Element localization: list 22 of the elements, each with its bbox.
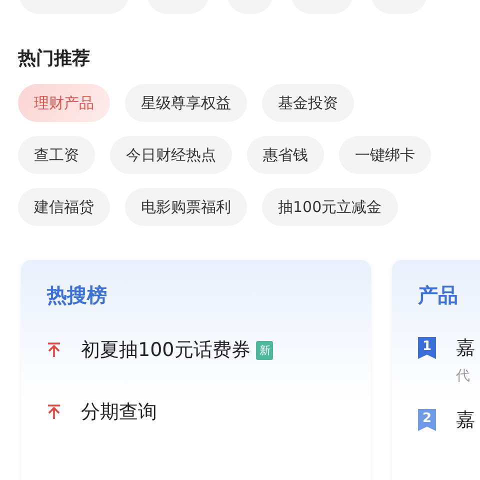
new-badge: 新 — [256, 340, 274, 360]
product-name[interactable]: 嘉 — [456, 407, 475, 433]
card-title: 热搜榜 — [47, 282, 108, 309]
tag-chip[interactable]: 基金投资 — [262, 84, 354, 122]
rank-badge: 2 — [418, 409, 436, 431]
tag-chip[interactable]: 建信福贷 — [18, 188, 110, 226]
card-title: 产品 — [418, 282, 459, 309]
tag-chip[interactable]: 电影购票福利 — [125, 188, 247, 226]
tag-chip[interactable]: 惠省钱 — [247, 136, 324, 174]
up-arrow-icon — [47, 342, 61, 358]
up-arrow-icon — [47, 404, 61, 420]
tag-chip[interactable]: 星级尊享权益 — [125, 84, 247, 122]
hot-search-item[interactable]: 分期查询 — [81, 399, 157, 425]
product-subtitle: 代 — [456, 367, 471, 385]
section-title: 热门推荐 — [18, 47, 91, 70]
tag-chip[interactable]: 抽100元立减金 — [262, 188, 398, 226]
product-name[interactable]: 嘉 — [456, 335, 475, 361]
tag-chip[interactable]: 一键绑卡 — [339, 136, 431, 174]
hot-search-item[interactable]: 初夏抽100元话费券 — [81, 337, 250, 363]
tag-chip[interactable]: 今日财经热点 — [110, 136, 232, 174]
rank-badge: 1 — [418, 337, 436, 359]
tag-chip[interactable]: 查工资 — [18, 136, 95, 174]
